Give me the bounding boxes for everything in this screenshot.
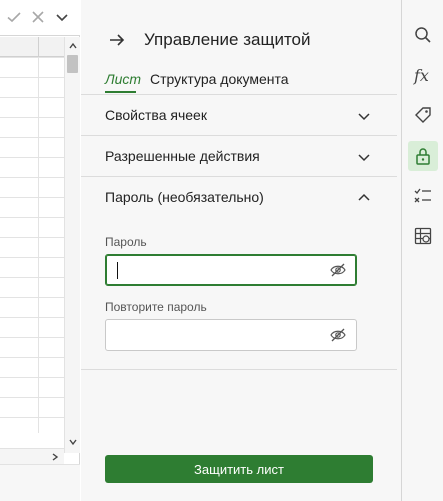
section-label: Разрешенные действия <box>105 148 260 164</box>
confirm-password-field[interactable] <box>105 319 357 351</box>
section-label: Пароль (необязательно) <box>105 189 264 205</box>
spreadsheet-area <box>0 0 80 501</box>
rail-function-button[interactable]: fx <box>408 60 438 90</box>
section-password[interactable]: Пароль (необязательно) <box>81 176 397 217</box>
section-cell-properties[interactable]: Свойства ячеек <box>81 94 397 135</box>
section-label: Свойства ячеек <box>105 107 207 123</box>
search-icon <box>415 27 431 43</box>
scroll-up-icon[interactable] <box>68 41 78 51</box>
right-toolbar: fx <box>401 0 443 501</box>
eye-slash-icon[interactable] <box>330 263 346 277</box>
table-settings-icon <box>414 227 432 245</box>
password-field[interactable] <box>105 254 357 286</box>
chevron-down-icon[interactable] <box>54 9 70 25</box>
panel-title: Управление защитой <box>144 30 311 49</box>
rail-search-button[interactable] <box>408 20 438 50</box>
rail-protection-button[interactable] <box>408 141 438 171</box>
password-label: Пароль <box>105 235 147 249</box>
close-icon[interactable] <box>30 9 46 25</box>
function-icon: fx <box>414 66 429 85</box>
lock-icon <box>416 148 430 165</box>
scroll-down-icon[interactable] <box>68 437 78 447</box>
password-input[interactable] <box>114 260 324 280</box>
rail-tag-button[interactable] <box>408 100 438 130</box>
confirm-password-label: Повторите пароль <box>105 300 207 314</box>
cell-grid[interactable] <box>0 37 64 433</box>
tab-document-structure[interactable]: Структура документа <box>150 71 289 87</box>
tab-sheet[interactable]: Лист <box>105 71 141 87</box>
rail-table-button[interactable] <box>408 221 438 251</box>
confirm-password-input[interactable] <box>114 325 324 345</box>
chevron-down-icon <box>358 154 370 162</box>
chevron-down-icon <box>358 113 370 121</box>
panel-header: Управление защитой <box>81 22 401 58</box>
arrow-right-icon[interactable] <box>107 30 127 50</box>
section-allowed-actions[interactable]: Разрешенные действия <box>81 135 397 176</box>
formula-bar <box>0 0 80 36</box>
protect-sheet-button[interactable]: Защитить лист <box>105 455 373 483</box>
cells[interactable] <box>0 57 64 433</box>
protection-panel: Управление защитой Лист Структура докуме… <box>81 0 401 501</box>
sheet-status-area <box>0 464 80 501</box>
rail-checklist-button[interactable] <box>408 181 438 211</box>
horizontal-scrollbar[interactable] <box>0 448 64 464</box>
active-tab-indicator <box>105 91 136 93</box>
password-section-body: Пароль Повторите пароль <box>81 218 397 370</box>
column-header[interactable] <box>0 37 64 57</box>
check-icon[interactable] <box>6 9 22 25</box>
checklist-icon <box>414 188 431 203</box>
text-caret <box>117 262 118 279</box>
scroll-right-icon[interactable] <box>50 452 60 462</box>
vertical-scrollbar[interactable] <box>64 37 80 453</box>
tag-icon <box>415 107 431 123</box>
eye-slash-icon[interactable] <box>330 328 346 342</box>
chevron-up-icon <box>358 193 370 201</box>
scroll-thumb[interactable] <box>67 55 78 73</box>
